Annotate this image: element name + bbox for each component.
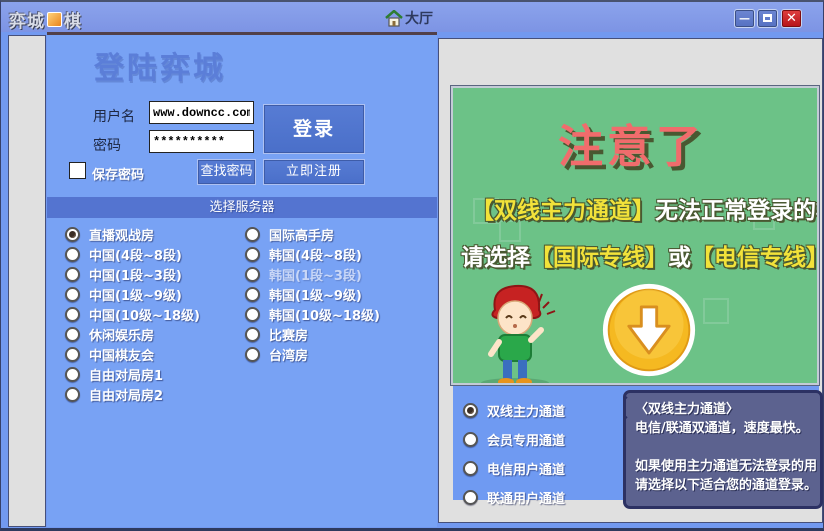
register-button[interactable]: 立即注册 [263,159,365,185]
radio-icon [463,403,478,418]
server-option[interactable]: 自由对局房1 [65,364,200,384]
download-button[interactable] [601,282,697,378]
server-option[interactable]: 直播观战房 [65,224,200,244]
save-password-checkbox[interactable] [69,162,86,179]
username-label: 用户名 [93,106,135,126]
home-icon [385,10,403,27]
radio-icon [65,267,80,282]
server-option[interactable]: 韩国(10级~18级) [245,304,380,324]
login-title: 登陆弈城 [94,43,226,87]
logo-text-left: 弈城 [9,7,45,32]
password-label: 密码 [93,135,121,155]
radio-icon [65,247,80,262]
server-option[interactable]: 自由对局房2 [65,384,200,404]
promo-banner: 注意了 【双线主力通道】无法正常登录的棋 请选择【国际专线】或【电信专线】通 [451,86,819,385]
tooltip-line: 请选择以下适合您的通道登录。 [635,476,811,495]
promo-line-2: 请选择【国际专线】或【电信专线】通 [461,238,819,272]
save-password-label: 保存密码 [92,164,144,183]
promo-headline: 注意了 [558,110,705,175]
server-option[interactable]: 比赛房 [245,324,380,344]
server-option[interactable]: 韩国(4段~8段) [245,244,380,264]
login-panel: 登陆弈城 用户名 密码 登录 保存密码 查找密码 立即注册 选择服务器 直播观战… [47,32,437,527]
server-option[interactable]: 中国(10级~18级) [65,304,200,324]
username-input[interactable] [149,101,254,124]
radio-icon [463,461,478,476]
lobby-label: 大厅 [405,8,433,28]
radio-icon [65,227,80,242]
radio-icon [245,287,260,302]
radio-icon [245,347,260,362]
password-input[interactable] [149,130,254,153]
login-button[interactable]: 登录 [263,104,365,154]
go-stone-icon [47,12,62,27]
radio-icon [65,327,80,342]
server-option[interactable]: 韩国(1级~9级) [245,284,380,304]
right-panel: 注意了 【双线主力通道】无法正常登录的棋 请选择【国际专线】或【电信专线】通 [438,38,823,523]
tooltip-title: 〈双线主力通道〉 [635,400,811,419]
radio-icon [245,307,260,322]
tooltip-line: 如果使用主力通道无法登录的用 [635,457,811,476]
server-select-header: 选择服务器 [47,197,437,218]
radio-icon [245,267,260,282]
radio-icon [245,327,260,342]
titlebar: 弈城棋 大厅 — ✕ [1,2,823,32]
close-button[interactable]: ✕ [781,9,802,28]
left-side-panel [8,35,46,527]
radio-icon [65,287,80,302]
radio-icon [65,307,80,322]
cartoon-boy-illustration [465,280,565,385]
radio-icon [245,227,260,242]
app-window: 弈城棋 大厅 — ✕ 登陆弈城 用户名 密码 登录 保存密码 查找密码 立即注册… [0,0,824,531]
server-option[interactable]: 中国(4段~8段) [65,244,200,264]
logo-text-right: 棋 [64,7,82,32]
radio-icon [463,432,478,447]
server-list-left-column: 直播观战房 中国(4段~8段) 中国(1段~3段) 中国(1级~9级) 中国(1… [65,224,200,404]
radio-icon [245,247,260,262]
radio-icon [65,367,80,382]
radio-icon [463,490,478,505]
server-option[interactable]: 中国(1段~3段) [65,264,200,284]
maximize-button[interactable] [757,9,778,28]
promo-deco-square [703,298,729,324]
server-option[interactable]: 中国(1级~9级) [65,284,200,304]
app-logo: 弈城棋 [9,7,82,32]
maximize-icon [763,14,772,22]
minimize-button[interactable]: — [734,9,755,28]
radio-icon [65,347,80,362]
tooltip-spacer [635,438,811,457]
server-option[interactable]: 台湾房 [245,344,380,364]
server-option[interactable]: 中国棋友会 [65,344,200,364]
lobby-button[interactable]: 大厅 [385,8,433,28]
promo-line-1: 【双线主力通道】无法正常登录的棋 [471,191,819,225]
server-list-right-column: 国际高手房 韩国(4段~8段) 韩国(1段~3段) 韩国(1级~9级) 韩国(1… [245,224,380,364]
server-option[interactable]: 休闲娱乐房 [65,324,200,344]
tooltip-line: 电信/联通双通道，速度最快。 [635,419,811,438]
find-password-button[interactable]: 查找密码 [197,159,256,185]
radio-icon [65,387,80,402]
server-option[interactable]: 韩国(1段~3段) [245,264,380,284]
channel-tooltip: 〈双线主力通道〉 电信/联通双通道，速度最快。 如果使用主力通道无法登录的用 请… [623,390,823,509]
server-option[interactable]: 国际高手房 [245,224,380,244]
